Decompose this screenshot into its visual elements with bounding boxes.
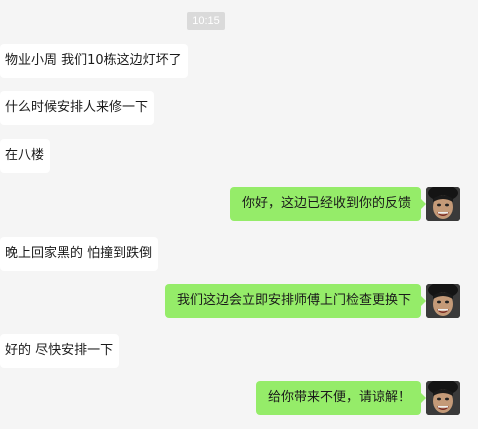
message-bubble-outgoing[interactable]: 我们这边会立即安排师傅上门检查更换下 [164, 284, 427, 318]
user-avatar[interactable] [426, 381, 460, 415]
user-avatar[interactable] [426, 284, 460, 318]
message-bubble-incoming[interactable]: 好的 尽快安排一下 [0, 334, 120, 368]
avatar-face-icon [426, 187, 460, 221]
avatar-face-icon [426, 284, 460, 318]
avatar-face-icon [426, 381, 460, 415]
timestamp: 10:15 [187, 12, 225, 30]
message-bubble-incoming[interactable]: 在八楼 [0, 139, 51, 173]
message-bubble-outgoing[interactable]: 给你带来不便，请谅解！ [255, 381, 427, 415]
user-avatar[interactable] [426, 187, 460, 221]
message-bubble-incoming[interactable]: 什么时候安排人来修一下 [0, 91, 155, 125]
chat-window: 10:15 物业小周 我们10栋这边灯坏了 什么时候安排人来修一下 在八楼 你好… [0, 0, 478, 429]
message-bubble-outgoing[interactable]: 你好，这边已经收到你的反馈 [229, 187, 427, 221]
message-bubble-incoming[interactable]: 物业小周 我们10栋这边灯坏了 [0, 44, 188, 78]
message-bubble-incoming[interactable]: 晚上回家黑的 怕撞到跌倒 [0, 237, 159, 271]
